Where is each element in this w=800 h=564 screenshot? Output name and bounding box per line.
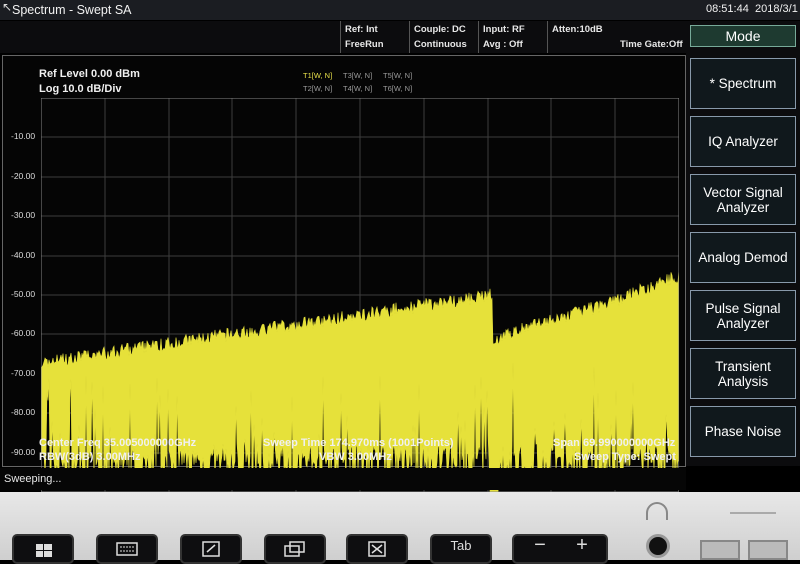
title-bar: ↖ Spectrum - Swept SA 08:51:44 2018/3/1: [0, 0, 800, 20]
ref-level: Ref Level 0.00 dBm: [39, 68, 140, 80]
y-axis-label: -90.00: [11, 446, 36, 457]
cursor-icon: ↖: [2, 0, 13, 14]
close-window-icon: [368, 541, 386, 557]
status-ref-cell[interactable]: Ref: Int FreeRun: [340, 21, 409, 53]
softkey-vector-signal-analyzer[interactable]: Vector Signal Analyzer: [690, 174, 796, 225]
headphone-jack[interactable]: [646, 534, 670, 558]
clock-time: 08:51:44: [706, 3, 749, 15]
rbw: RBW(3dB) 3.00MHz: [39, 451, 141, 463]
softkey-transient-analysis[interactable]: Transient Analysis: [690, 348, 796, 399]
status-continuous: Continuous: [414, 39, 467, 50]
status-couple: Couple: DC: [414, 24, 466, 35]
vbw: VBW 3.00MHz: [319, 451, 392, 463]
trace-3-status[interactable]: T3[W, N]: [343, 71, 372, 80]
status-input: Input: RF: [483, 24, 525, 35]
y-axis-label: -50.00: [11, 289, 36, 299]
y-axis-label: -40.00: [11, 249, 36, 260]
tab-key-label: Tab: [450, 538, 472, 553]
status-couple-cell[interactable]: Couple: DC Continuous: [409, 21, 478, 53]
spectrum-graticule[interactable]: [41, 98, 679, 492]
clock-date: 2018/3/1: [755, 3, 798, 15]
status-atten: Atten:10dB: [552, 24, 603, 35]
status-run: FreeRun: [345, 39, 384, 50]
status-time-gate: Time Gate:Off: [620, 39, 683, 50]
sweep-type: Sweep Type: Swept: [574, 451, 676, 463]
measurement-status-bar: Ref: Int FreeRun Couple: DC Continuous I…: [0, 21, 686, 53]
softkey-pulse-signal-analyzer[interactable]: Pulse Signal Analyzer: [690, 290, 796, 341]
sweep-time: Sweep Time 174.970ms (1001Points): [263, 437, 454, 449]
softkey-spectrum[interactable]: * Spectrum: [690, 58, 796, 109]
softkey-iq-analyzer[interactable]: IQ Analyzer: [690, 116, 796, 167]
trace-2-status[interactable]: T2[W, N]: [303, 84, 332, 93]
y-axis-label: -10.00: [11, 131, 36, 142]
status-atten-cell[interactable]: Atten:10dB Time Gate:Off: [547, 21, 686, 53]
resize-icon: [202, 541, 220, 557]
y-axis-label: -20.00: [11, 170, 36, 181]
status-ref: Ref: Int: [345, 24, 378, 35]
usb-port-1[interactable]: [700, 540, 740, 560]
headphone-icon: [646, 502, 668, 520]
window-title: Spectrum - Swept SA: [12, 3, 132, 17]
scale-per-div: Log 10.0 dB/Div: [39, 83, 122, 95]
spectrum-plot-window[interactable]: Ref Level 0.00 dBm Log 10.0 dB/Div T1[W,…: [2, 55, 686, 492]
trace-5-status[interactable]: T5[W, N]: [383, 71, 412, 80]
keyboard-icon: [116, 542, 138, 556]
y-axis-label: -30.00: [11, 210, 36, 221]
plus-label: +: [576, 534, 588, 556]
y-axis-label: -70.00: [11, 367, 36, 378]
mode-header: Mode: [690, 25, 796, 47]
windows-icon: [36, 544, 52, 557]
usb-port-2[interactable]: [748, 540, 788, 560]
sweep-status: Sweeping...: [4, 473, 62, 485]
trace-4-status[interactable]: T4[W, N]: [343, 84, 372, 93]
trace-1-status[interactable]: T1[W, N]: [303, 71, 332, 80]
status-avg: Avg : Off: [483, 39, 523, 50]
softkey-panel: Mode * Spectrum IQ Analyzer Vector Signa…: [686, 21, 800, 466]
status-input-cell[interactable]: Input: RF Avg : Off: [478, 21, 547, 53]
usb-icon: [730, 512, 776, 520]
windows-switch-icon: [284, 541, 305, 557]
trace-6-status[interactable]: T6[W, N]: [383, 84, 412, 93]
span: Span 69.990000000GHz: [553, 437, 676, 449]
center-freq: Center Freq 35.005000000GHz: [39, 437, 197, 449]
y-axis-label: -80.00: [11, 407, 36, 418]
bottom-status-bar: Sweeping...: [0, 468, 686, 490]
instrument-bezel: Tab − +: [0, 492, 800, 564]
softkey-analog-demod[interactable]: Analog Demod: [690, 232, 796, 283]
y-axis-label: -60.00: [11, 328, 36, 339]
softkey-phase-noise[interactable]: Phase Noise: [690, 406, 796, 457]
